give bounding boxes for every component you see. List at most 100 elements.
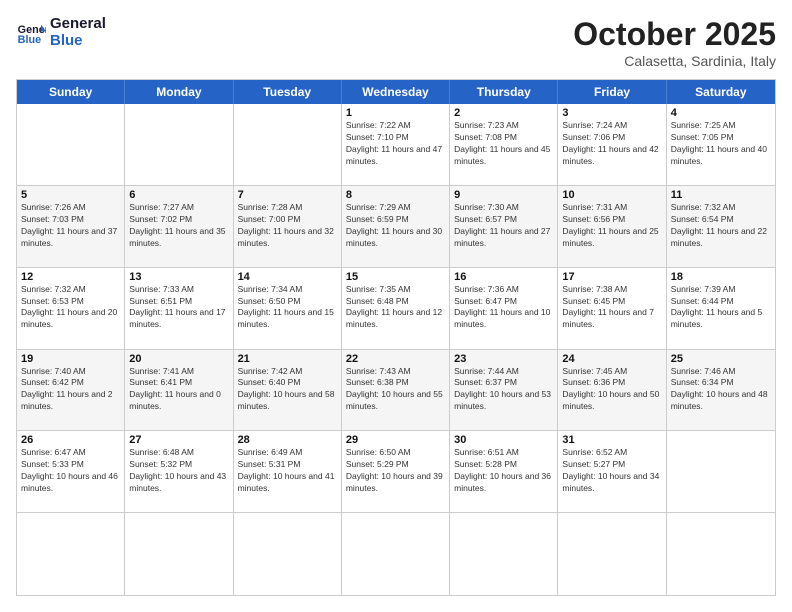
day-number: 22 — [346, 353, 445, 365]
weekday-header-wednesday: Wednesday — [342, 80, 450, 104]
sun-info: Sunrise: 7:42 AM Sunset: 6:40 PM Dayligh… — [238, 366, 337, 414]
day-number: 27 — [129, 434, 228, 446]
day-cell-21: 21Sunrise: 7:42 AM Sunset: 6:40 PM Dayli… — [234, 350, 342, 431]
day-cell-10: 10Sunrise: 7:31 AM Sunset: 6:56 PM Dayli… — [558, 186, 666, 267]
day-number: 23 — [454, 353, 553, 365]
weekday-header-tuesday: Tuesday — [234, 80, 342, 104]
day-cell-5: 5Sunrise: 7:26 AM Sunset: 7:03 PM Daylig… — [17, 186, 125, 267]
day-number: 11 — [671, 189, 771, 201]
week-row-2: 5Sunrise: 7:26 AM Sunset: 7:03 PM Daylig… — [17, 186, 775, 268]
day-number: 16 — [454, 271, 553, 283]
empty-cell — [558, 513, 666, 595]
sun-info: Sunrise: 7:24 AM Sunset: 7:06 PM Dayligh… — [562, 120, 661, 168]
day-number: 9 — [454, 189, 553, 201]
title-block: October 2025 Calasetta, Sardinia, Italy — [573, 16, 776, 69]
sun-info: Sunrise: 7:22 AM Sunset: 7:10 PM Dayligh… — [346, 120, 445, 168]
sun-info: Sunrise: 7:30 AM Sunset: 6:57 PM Dayligh… — [454, 202, 553, 250]
day-number: 14 — [238, 271, 337, 283]
empty-cell — [17, 104, 125, 185]
logo: General Blue General Blue — [16, 16, 106, 49]
day-cell-6: 6Sunrise: 7:27 AM Sunset: 7:02 PM Daylig… — [125, 186, 233, 267]
day-cell-17: 17Sunrise: 7:38 AM Sunset: 6:45 PM Dayli… — [558, 268, 666, 349]
sun-info: Sunrise: 7:32 AM Sunset: 6:54 PM Dayligh… — [671, 202, 771, 250]
month-title: October 2025 — [573, 16, 776, 53]
svg-text:Blue: Blue — [18, 34, 41, 46]
day-cell-2: 2Sunrise: 7:23 AM Sunset: 7:08 PM Daylig… — [450, 104, 558, 185]
day-cell-8: 8Sunrise: 7:29 AM Sunset: 6:59 PM Daylig… — [342, 186, 450, 267]
day-number: 7 — [238, 189, 337, 201]
week-row-1: 1Sunrise: 7:22 AM Sunset: 7:10 PM Daylig… — [17, 104, 775, 186]
location-text: Calasetta, Sardinia, Italy — [573, 53, 776, 69]
day-number: 18 — [671, 271, 771, 283]
day-number: 24 — [562, 353, 661, 365]
sun-info: Sunrise: 7:45 AM Sunset: 6:36 PM Dayligh… — [562, 366, 661, 414]
week-row-6 — [17, 513, 775, 595]
day-cell-9: 9Sunrise: 7:30 AM Sunset: 6:57 PM Daylig… — [450, 186, 558, 267]
sun-info: Sunrise: 6:52 AM Sunset: 5:27 PM Dayligh… — [562, 447, 661, 495]
day-cell-30: 30Sunrise: 6:51 AM Sunset: 5:28 PM Dayli… — [450, 431, 558, 512]
day-number: 13 — [129, 271, 228, 283]
day-cell-20: 20Sunrise: 7:41 AM Sunset: 6:41 PM Dayli… — [125, 350, 233, 431]
day-number: 20 — [129, 353, 228, 365]
week-row-3: 12Sunrise: 7:32 AM Sunset: 6:53 PM Dayli… — [17, 268, 775, 350]
week-row-4: 19Sunrise: 7:40 AM Sunset: 6:42 PM Dayli… — [17, 350, 775, 432]
sun-info: Sunrise: 7:27 AM Sunset: 7:02 PM Dayligh… — [129, 202, 228, 250]
sun-info: Sunrise: 6:51 AM Sunset: 5:28 PM Dayligh… — [454, 447, 553, 495]
page-header: General Blue General Blue October 2025 C… — [16, 16, 776, 69]
day-cell-22: 22Sunrise: 7:43 AM Sunset: 6:38 PM Dayli… — [342, 350, 450, 431]
weekday-header-sunday: Sunday — [17, 80, 125, 104]
sun-info: Sunrise: 7:33 AM Sunset: 6:51 PM Dayligh… — [129, 284, 228, 332]
calendar-body: 1Sunrise: 7:22 AM Sunset: 7:10 PM Daylig… — [17, 104, 775, 595]
logo-icon: General Blue — [16, 18, 46, 48]
week-row-5: 26Sunrise: 6:47 AM Sunset: 5:33 PM Dayli… — [17, 431, 775, 513]
sun-info: Sunrise: 7:40 AM Sunset: 6:42 PM Dayligh… — [21, 366, 120, 414]
empty-cell — [17, 513, 125, 595]
sun-info: Sunrise: 7:38 AM Sunset: 6:45 PM Dayligh… — [562, 284, 661, 332]
day-number: 8 — [346, 189, 445, 201]
empty-cell — [667, 513, 775, 595]
empty-cell — [234, 513, 342, 595]
sun-info: Sunrise: 7:28 AM Sunset: 7:00 PM Dayligh… — [238, 202, 337, 250]
sun-info: Sunrise: 7:31 AM Sunset: 6:56 PM Dayligh… — [562, 202, 661, 250]
sun-info: Sunrise: 7:25 AM Sunset: 7:05 PM Dayligh… — [671, 120, 771, 168]
day-number: 21 — [238, 353, 337, 365]
calendar-page: General Blue General Blue October 2025 C… — [0, 0, 792, 612]
empty-cell — [667, 431, 775, 512]
day-number: 31 — [562, 434, 661, 446]
empty-cell — [342, 513, 450, 595]
sun-info: Sunrise: 7:26 AM Sunset: 7:03 PM Dayligh… — [21, 202, 120, 250]
sun-info: Sunrise: 7:43 AM Sunset: 6:38 PM Dayligh… — [346, 366, 445, 414]
day-cell-15: 15Sunrise: 7:35 AM Sunset: 6:48 PM Dayli… — [342, 268, 450, 349]
day-cell-12: 12Sunrise: 7:32 AM Sunset: 6:53 PM Dayli… — [17, 268, 125, 349]
day-number: 29 — [346, 434, 445, 446]
sun-info: Sunrise: 7:23 AM Sunset: 7:08 PM Dayligh… — [454, 120, 553, 168]
logo-general-text: General — [50, 16, 106, 33]
sun-info: Sunrise: 7:44 AM Sunset: 6:37 PM Dayligh… — [454, 366, 553, 414]
day-number: 10 — [562, 189, 661, 201]
day-cell-7: 7Sunrise: 7:28 AM Sunset: 7:00 PM Daylig… — [234, 186, 342, 267]
empty-cell — [234, 104, 342, 185]
sun-info: Sunrise: 7:36 AM Sunset: 6:47 PM Dayligh… — [454, 284, 553, 332]
sun-info: Sunrise: 7:41 AM Sunset: 6:41 PM Dayligh… — [129, 366, 228, 414]
day-number: 2 — [454, 107, 553, 119]
day-cell-11: 11Sunrise: 7:32 AM Sunset: 6:54 PM Dayli… — [667, 186, 775, 267]
sun-info: Sunrise: 6:50 AM Sunset: 5:29 PM Dayligh… — [346, 447, 445, 495]
sun-info: Sunrise: 7:29 AM Sunset: 6:59 PM Dayligh… — [346, 202, 445, 250]
day-cell-28: 28Sunrise: 6:49 AM Sunset: 5:31 PM Dayli… — [234, 431, 342, 512]
calendar: SundayMondayTuesdayWednesdayThursdayFrid… — [16, 79, 776, 596]
day-cell-4: 4Sunrise: 7:25 AM Sunset: 7:05 PM Daylig… — [667, 104, 775, 185]
day-cell-25: 25Sunrise: 7:46 AM Sunset: 6:34 PM Dayli… — [667, 350, 775, 431]
sun-info: Sunrise: 6:47 AM Sunset: 5:33 PM Dayligh… — [21, 447, 120, 495]
day-number: 5 — [21, 189, 120, 201]
day-cell-27: 27Sunrise: 6:48 AM Sunset: 5:32 PM Dayli… — [125, 431, 233, 512]
weekday-header-saturday: Saturday — [667, 80, 775, 104]
day-number: 19 — [21, 353, 120, 365]
sun-info: Sunrise: 7:35 AM Sunset: 6:48 PM Dayligh… — [346, 284, 445, 332]
sun-info: Sunrise: 6:49 AM Sunset: 5:31 PM Dayligh… — [238, 447, 337, 495]
day-number: 28 — [238, 434, 337, 446]
sun-info: Sunrise: 6:48 AM Sunset: 5:32 PM Dayligh… — [129, 447, 228, 495]
day-cell-13: 13Sunrise: 7:33 AM Sunset: 6:51 PM Dayli… — [125, 268, 233, 349]
day-cell-1: 1Sunrise: 7:22 AM Sunset: 7:10 PM Daylig… — [342, 104, 450, 185]
day-cell-24: 24Sunrise: 7:45 AM Sunset: 6:36 PM Dayli… — [558, 350, 666, 431]
sun-info: Sunrise: 7:39 AM Sunset: 6:44 PM Dayligh… — [671, 284, 771, 332]
